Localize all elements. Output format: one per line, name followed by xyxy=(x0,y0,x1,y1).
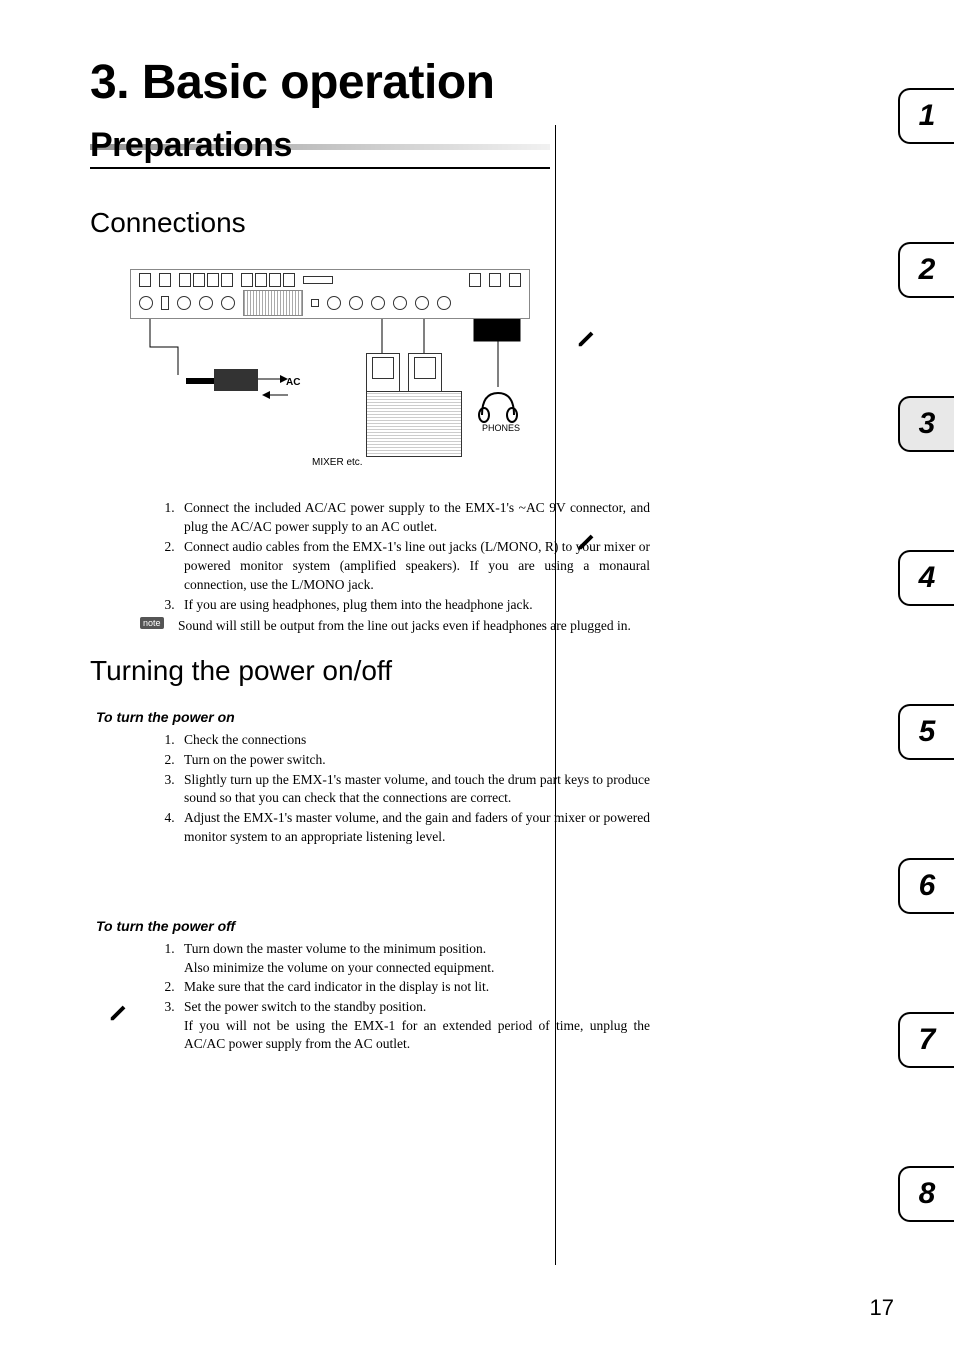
page-number: 17 xyxy=(870,1295,894,1321)
list-item: Check the connections xyxy=(178,731,650,750)
list-item: Set the power switch to the standby posi… xyxy=(178,998,650,1054)
connections-steps: Connect the included AC/AC power supply … xyxy=(90,499,650,615)
to-turn-off-heading: To turn the power off xyxy=(96,918,650,934)
pencil-icon xyxy=(108,1001,130,1029)
subsection-power: Turning the power on/off xyxy=(90,655,650,687)
pencil-icon xyxy=(576,327,598,355)
diagram-phones-label: PHONES xyxy=(482,423,520,433)
tab-4[interactable]: 4 xyxy=(898,550,954,606)
content-divider xyxy=(555,125,556,1265)
tab-6[interactable]: 6 xyxy=(898,858,954,914)
diagram-headphone xyxy=(476,387,520,425)
diagram-speaker-right xyxy=(408,353,442,395)
to-turn-on-heading: To turn the power on xyxy=(96,709,650,725)
section-title-wrap: Preparations xyxy=(90,126,650,169)
diagram-mixer-label: MIXER etc. xyxy=(312,457,363,468)
list-item: Turn down the master volume to the minim… xyxy=(178,940,650,977)
tab-3[interactable]: 3 xyxy=(898,396,954,452)
tab-7[interactable]: 7 xyxy=(898,1012,954,1068)
chapter-title: 3. Basic operation xyxy=(90,55,650,110)
section-title: Preparations xyxy=(90,126,550,169)
power-on-steps: Check the connections Turn on the power … xyxy=(90,731,650,846)
tab-8[interactable]: 8 xyxy=(898,1166,954,1222)
diagram-speaker-left xyxy=(366,353,400,395)
diagram-ac-label: AC xyxy=(286,377,300,388)
list-item: Turn on the power switch. xyxy=(178,751,650,770)
power-off-steps: Turn down the master volume to the minim… xyxy=(90,940,650,1054)
list-item: If you are using headphones, plug them i… xyxy=(178,596,650,615)
list-item: Slightly turn up the EMX-1's master volu… xyxy=(178,771,650,808)
tab-1[interactable]: 1 xyxy=(898,88,954,144)
list-item: Make sure that the card indicator in the… xyxy=(178,978,650,997)
section-tabs: 1 2 3 4 5 6 7 8 xyxy=(898,88,954,1222)
connection-diagram: AC MIXER etc. PHONES xyxy=(130,269,550,479)
list-item: Adjust the EMX-1's master volume, and th… xyxy=(178,809,650,846)
device-rear-panel xyxy=(130,269,530,319)
pencil-icon xyxy=(576,530,598,558)
note-badge: note xyxy=(140,617,164,629)
note-text: Sound will still be output from the line… xyxy=(90,617,650,636)
diagram-mixer xyxy=(366,391,462,457)
tab-2[interactable]: 2 xyxy=(898,242,954,298)
tab-5[interactable]: 5 xyxy=(898,704,954,760)
subsection-connections: Connections xyxy=(90,207,650,239)
